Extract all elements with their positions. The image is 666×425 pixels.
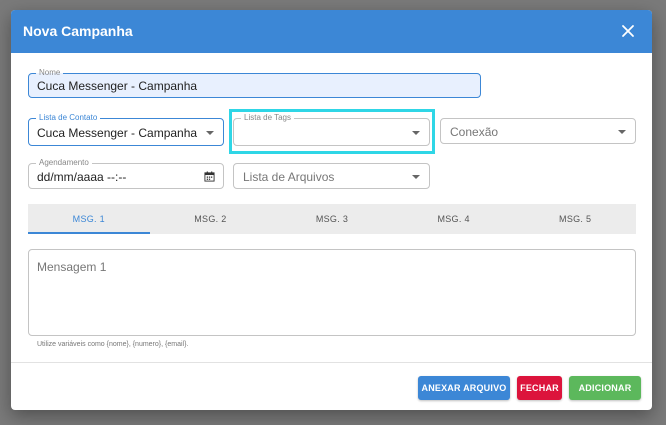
connection-placeholder: Conexão — [450, 125, 499, 139]
dialog-header: Nova Campanha — [11, 10, 652, 53]
file-list-chevron-down-icon — [412, 175, 420, 179]
close-button[interactable]: FECHAR — [517, 376, 562, 400]
active-tab-indicator — [28, 232, 150, 234]
contact-list-value: Cuca Messenger - Campanha — [37, 126, 198, 140]
connection-select[interactable]: Conexão — [440, 118, 636, 144]
tab-msg-1[interactable]: MSG. 1 — [28, 204, 150, 234]
tab-msg-5[interactable]: MSG. 5 — [514, 204, 636, 234]
schedule-label: Agendamento — [36, 157, 92, 169]
tab-msg-4[interactable]: MSG. 4 — [393, 204, 515, 234]
file-list-select[interactable]: Lista de Arquivos — [233, 163, 430, 189]
message-tabs: MSG. 1 MSG. 2 MSG. 3 MSG. 4 MSG. 5 — [28, 204, 636, 234]
variables-helper-text: Utilize variáveis como {nome}, {numero},… — [37, 341, 189, 348]
name-field[interactable]: Nome Cuca Messenger - Campanha — [28, 67, 481, 98]
contact-list-select[interactable]: Lista de Contato Cuca Messenger - Campan… — [28, 112, 224, 146]
attach-file-button[interactable]: ANEXAR ARQUIVO — [418, 376, 510, 400]
schedule-field[interactable]: Agendamento dd/mm/aaaa --:-- — [28, 157, 224, 189]
calendar-icon[interactable] — [204, 171, 215, 182]
contact-list-label: Lista de Contato — [36, 112, 101, 124]
name-field-label: Nome — [36, 67, 64, 79]
add-button[interactable]: ADICIONAR — [569, 376, 641, 400]
connection-chevron-down-icon — [618, 130, 626, 134]
message-placeholder: Mensagem 1 — [37, 260, 107, 274]
file-list-placeholder: Lista de Arquivos — [243, 170, 335, 184]
tab-msg-2[interactable]: MSG. 2 — [150, 204, 272, 234]
contact-list-chevron-down-icon — [206, 131, 214, 135]
dialog-title: Nova Campanha — [23, 23, 133, 39]
name-field-value: Cuca Messenger - Campanha — [37, 79, 198, 93]
footer-divider — [11, 362, 652, 363]
tag-list-highlight — [229, 109, 435, 154]
close-icon[interactable] — [618, 21, 638, 41]
new-campaign-dialog: Nova Campanha Nome Cuca Messenger - Camp… — [11, 10, 652, 410]
schedule-value: dd/mm/aaaa --:-- — [37, 170, 127, 184]
tab-msg-3[interactable]: MSG. 3 — [271, 204, 393, 234]
message-textarea[interactable]: Mensagem 1 — [28, 249, 636, 336]
